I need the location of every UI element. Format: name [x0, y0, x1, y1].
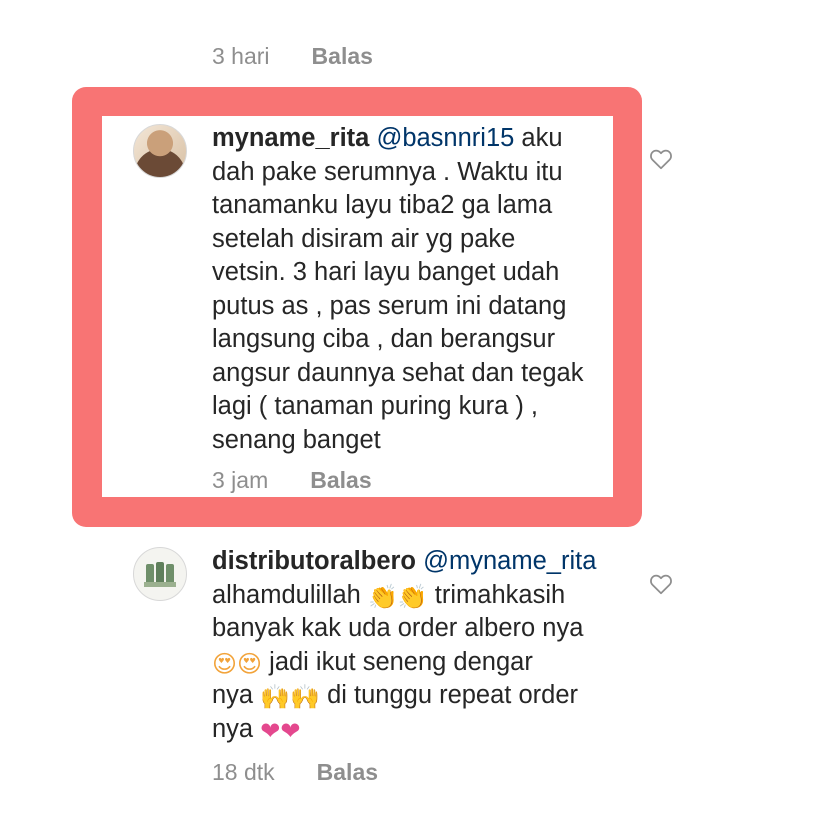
comment-text-line: langsung ciba , dan berangsur: [212, 325, 556, 353]
comment-time: 18 dtk: [212, 759, 275, 785]
comment-meta: 18 dtk Balas: [212, 759, 378, 786]
like-heart-icon[interactable]: [648, 146, 674, 172]
comment-text-line: nya: [212, 681, 261, 709]
avatar[interactable]: [133, 547, 187, 601]
avatar[interactable]: [133, 124, 187, 178]
comment-time: 3 hari: [212, 43, 270, 69]
heart-eyes-emoji-icon: 😍: [237, 650, 263, 678]
comment-text-line: angsur daunnya sehat dan tegak: [212, 358, 584, 387]
clap-emoji-icon: 👏: [397, 583, 428, 611]
comment-text-line: nya: [212, 714, 261, 743]
comment-text-line: senang banget: [212, 425, 381, 454]
comment-text-line: aku: [514, 124, 563, 152]
comment-text-line: dah pake serumnya . Waktu itu: [212, 157, 563, 186]
comment-text-line: putus as , pas serum ini datang: [212, 291, 567, 320]
comment-time: 3 jam: [212, 467, 269, 493]
comment-thread: 3 hari Balas myname_rita @basnnri15 aku …: [0, 0, 832, 832]
comment-text-line: lagi ( tanaman puring kura ) ,: [212, 392, 538, 420]
comment-text-line: jadi ikut seneng dengar: [262, 647, 533, 676]
clap-emoji-icon: 👏: [367, 583, 398, 611]
comment-meta: 3 jam Balas: [212, 467, 372, 494]
comment-text-line: alhamdulillah: [212, 580, 368, 609]
comment-body: myname_rita @basnnri15 aku dah pake seru…: [212, 122, 632, 457]
reply-button[interactable]: Balas: [317, 759, 378, 786]
raised-hands-emoji-icon: 🙌: [260, 684, 291, 711]
comment-text-line: tanamanku layu tiba2 ga lama: [212, 191, 553, 219]
heart-eyes-emoji-icon: 😍: [212, 650, 238, 678]
comment-text-line: trimahkasih: [427, 580, 566, 609]
reply-button[interactable]: Balas: [310, 467, 371, 494]
comment-text-line: banyak kak uda order albero nya: [212, 614, 584, 642]
pink-heart-emoji-icon: ❤: [280, 717, 301, 745]
albero-logo-icon: [144, 562, 176, 587]
comment-text-line: vetsin. 3 hari layu banget udah: [212, 258, 560, 286]
comment-text-line: di tunggu repeat order: [319, 681, 578, 709]
pink-heart-emoji-icon: ❤: [260, 717, 281, 745]
like-heart-icon[interactable]: [648, 571, 674, 597]
comment-username[interactable]: myname_rita: [212, 124, 369, 152]
comment-text-line: setelah disiram air yg pake: [212, 224, 516, 253]
reply-button[interactable]: Balas: [312, 43, 373, 70]
comment-mention[interactable]: @basnnri15: [376, 124, 514, 152]
previous-comment-meta: 3 hari Balas: [212, 43, 373, 70]
comment-mention[interactable]: @myname_rita: [423, 547, 596, 575]
raised-hands-emoji-icon: 🙌: [290, 684, 320, 711]
comment-username[interactable]: distributoralbero: [212, 547, 416, 575]
comment-body: distributoralbero @myname_rita alhamduli…: [212, 545, 642, 746]
